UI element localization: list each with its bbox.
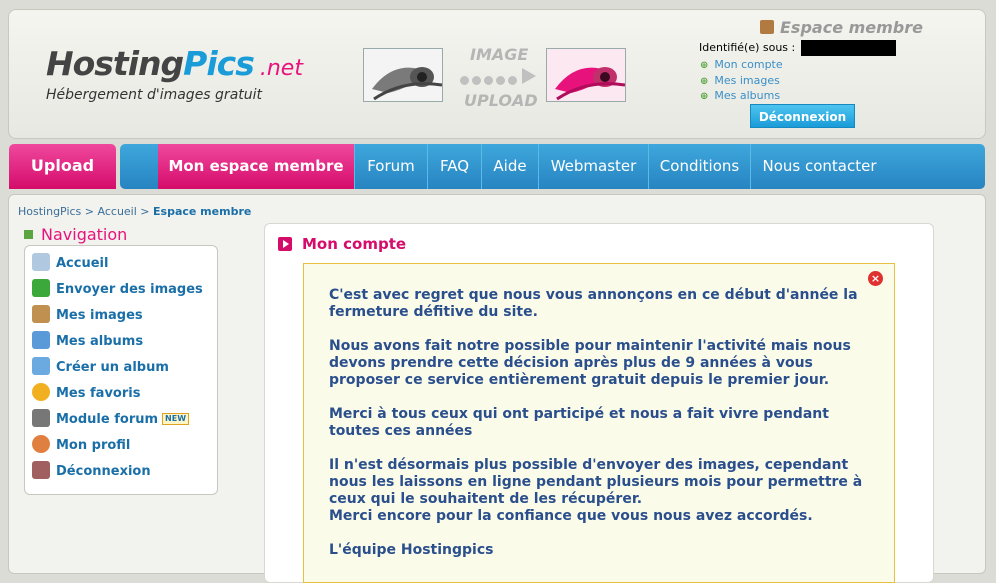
folder-add-icon — [32, 357, 50, 375]
upload-banner-line1: IMAGE — [470, 45, 529, 64]
notice-signature: L'équipe Hostingpics — [329, 542, 494, 558]
sidebar-item-profile[interactable]: Mon profil — [32, 435, 130, 455]
site-logo[interactable]: HostingPics .net — [46, 44, 303, 83]
arrow-icon — [24, 230, 33, 239]
breadcrumb-current: Espace membre — [153, 205, 252, 218]
member-link-account[interactable]: ⊕ Mon compte — [700, 58, 783, 71]
site-tagline: Hébergement d'images gratuit — [46, 87, 263, 103]
download-icon — [32, 279, 50, 297]
notice-paragraph: Merci à tous ceux qui ont participé et n… — [329, 406, 829, 439]
banner-eye-gray-image — [363, 48, 443, 102]
member-link-images[interactable]: ⊕ Mes images — [700, 74, 780, 87]
picture-icon — [32, 305, 50, 323]
breadcrumb: HostingPics > Accueil > Espace membre — [18, 205, 252, 218]
nav-webmaster[interactable]: Webmaster — [538, 144, 648, 189]
nav-forum[interactable]: Forum — [354, 144, 427, 189]
sidebar-item-favorites[interactable]: Mes favoris — [32, 383, 140, 403]
panel-title: Mon compte — [278, 235, 406, 253]
sidebar-item-images[interactable]: Mes images — [32, 305, 143, 325]
upload-progress-dots — [460, 70, 520, 89]
plus-icon: ⊕ — [700, 76, 709, 87]
nav-member-area[interactable]: Mon espace membre — [158, 144, 354, 189]
notice-paragraph: Il n'est désormais plus possible d'envoy… — [329, 457, 863, 524]
nav-conditions[interactable]: Conditions — [648, 144, 750, 189]
sidebar-item-forum-module[interactable]: Module forum NEW — [32, 409, 190, 429]
new-badge: NEW — [162, 413, 190, 425]
logo-wordmark: HostingPics — [46, 44, 255, 83]
logo-net: .net — [259, 56, 303, 81]
notice-paragraph: Nous avons fait notre possible pour main… — [329, 338, 851, 388]
nav-faq[interactable]: FAQ — [427, 144, 481, 189]
banner-eye-pink-image — [546, 48, 626, 102]
user-icon — [32, 435, 50, 453]
username-redacted — [801, 40, 896, 56]
plus-icon: ⊕ — [700, 91, 709, 102]
sidebar-item-create-album[interactable]: Créer un album — [32, 357, 169, 377]
sidebar-item-albums[interactable]: Mes albums — [32, 331, 143, 351]
close-icon[interactable]: × — [868, 271, 883, 286]
nav-help[interactable]: Aide — [481, 144, 538, 189]
exit-door-icon — [32, 461, 50, 479]
nav-upload-tab[interactable]: Upload — [9, 144, 116, 189]
home-icon — [32, 253, 50, 271]
notice-text: C'est avec regret que nous vous annonçon… — [329, 287, 879, 576]
sidebar-item-logout[interactable]: Déconnexion — [32, 461, 151, 481]
identified-label: Identifié(e) sous : — [699, 41, 796, 54]
logout-button[interactable]: Déconnexion — [750, 104, 855, 128]
star-icon — [32, 383, 50, 401]
breadcrumb-accueil[interactable]: Accueil — [98, 205, 137, 218]
notice-paragraph: C'est avec regret que nous vous annonçon… — [329, 287, 858, 320]
play-arrow-icon — [278, 237, 292, 251]
lock-bag-icon — [760, 20, 774, 34]
sidebar-item-home[interactable]: Accueil — [32, 253, 108, 273]
nav-contact[interactable]: Nous contacter — [750, 144, 888, 189]
sidebar-title: Navigation — [24, 225, 127, 244]
member-area-title: Espace membre — [760, 18, 923, 37]
upload-banner-line2: UPLOAD — [464, 91, 538, 110]
breadcrumb-home[interactable]: HostingPics — [18, 205, 81, 218]
member-link-albums[interactable]: ⊕ Mes albums — [700, 89, 780, 102]
folder-icon — [32, 331, 50, 349]
sidebar-item-upload[interactable]: Envoyer des images — [32, 279, 203, 299]
server-icon — [32, 409, 50, 427]
plus-icon: ⊕ — [700, 60, 709, 71]
upload-arrow-icon — [522, 68, 536, 84]
